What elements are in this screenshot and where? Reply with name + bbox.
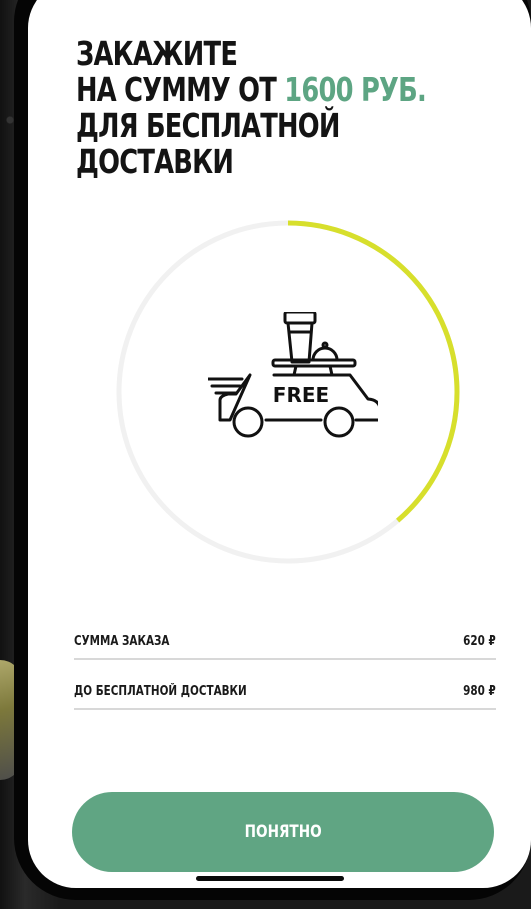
title-line-1: ЗАКАЖИТЕ (76, 34, 238, 73)
title-line-4: ДОСТАВКИ (76, 142, 234, 181)
title-line-2: НА СУММУ ОТ 1600 РУБ. (76, 70, 427, 109)
tray-icon (271, 358, 357, 368)
order-sum-value: 620 ₽ (463, 634, 496, 649)
cloche-icon (311, 346, 339, 362)
threshold-amount: 1600 РУБ. (284, 70, 426, 109)
free-delivery-car-icon: FREE (208, 312, 378, 438)
free-label: FREE (273, 383, 329, 407)
title-line-2-prefix: НА СУММУ ОТ (76, 70, 285, 109)
car-wheel-icon (323, 406, 355, 438)
home-indicator[interactable] (196, 876, 344, 881)
title-line-3: ДЛЯ БЕСПЛАТНОЙ (76, 106, 340, 145)
remaining-label: ДО БЕСПЛАТНОЙ ДОСТАВКИ (74, 684, 247, 699)
app-screen: ЗАКАЖИТЕ НА СУММУ ОТ 1600 РУБ. ДЛЯ БЕСПЛ… (28, 0, 531, 888)
ok-button-label: ПОНЯТНО (244, 822, 322, 842)
cup-icon (286, 321, 314, 364)
remaining-value: 980 ₽ (463, 684, 496, 699)
remaining-row: ДО БЕСПЛАТНОЙ ДОСТАВКИ 980 ₽ (74, 658, 496, 710)
order-sum-row: СУММА ЗАКАЗА 620 ₽ (74, 608, 496, 660)
car-wheel-icon (232, 406, 264, 438)
cup-lid-icon (283, 312, 317, 325)
ok-button[interactable]: ПОНЯТНО (72, 792, 494, 872)
free-delivery-title: ЗАКАЖИТЕ НА СУММУ ОТ 1600 РУБ. ДЛЯ БЕСПЛ… (76, 34, 427, 181)
order-sum-label: СУММА ЗАКАЗА (74, 634, 170, 649)
